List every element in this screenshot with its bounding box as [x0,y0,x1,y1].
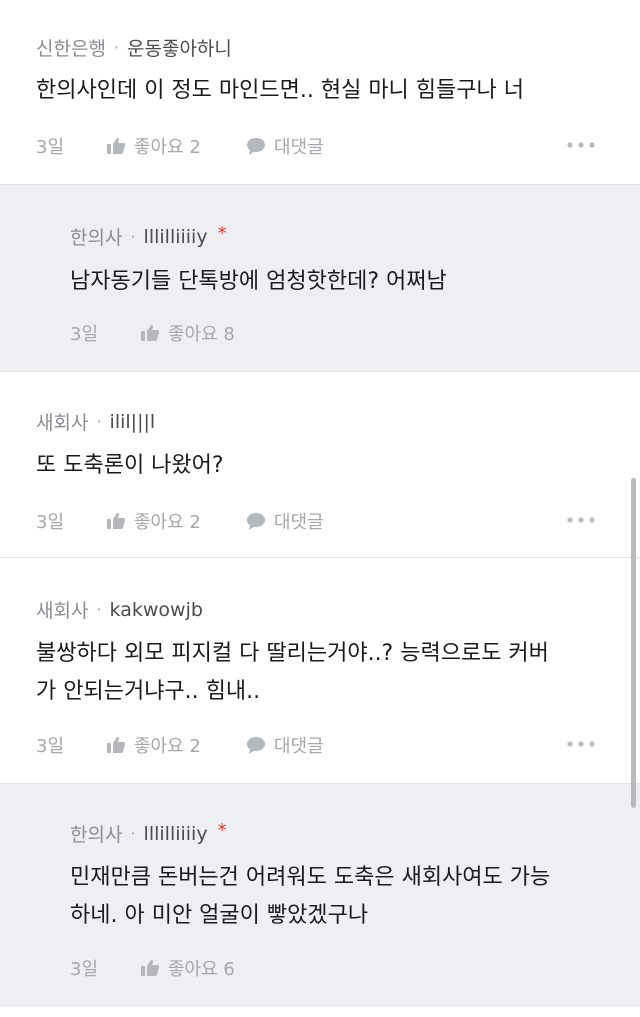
reply-button[interactable]: 대댓글 [246,133,324,159]
author-nickname[interactable]: kakwowjb [110,599,203,621]
like-count: 좋아요 2 [134,137,201,158]
comment-actions: 3일 좋아요 2 대댓글 [36,133,324,159]
comment: 새회사 · ilil|||l 또 도축론이 나왔어? 3일 좋아요 2 대댓글 [0,372,640,558]
thumbs-up-icon [107,512,126,529]
comment-time: 3일 [70,959,99,980]
author-star-badge: * [217,223,227,244]
comment-author[interactable]: 한의사 · lllilliiiiy * [70,820,227,847]
like-count: 좋아요 2 [134,736,201,757]
reply-comment: 한의사 · lllilliiiiy * 민재만큼 돈버는건 어려워도 도축은 새… [0,784,640,1006]
author-company: 새회사 [36,412,89,434]
like-count: 좋아요 2 [134,512,201,533]
speech-bubble-icon [247,737,265,754]
thumbs-up-icon [107,736,126,753]
reply-comment: 한의사 · lllilliiiiy * 남자동기들 단톡방에 엄청핫한데? 어쩌… [0,185,640,372]
more-dots-icon[interactable] [566,740,596,748]
author-nickname[interactable]: lllilliiiiy [144,226,208,248]
scrollbar[interactable] [631,478,636,808]
comment-time: 3일 [36,137,65,158]
thumbs-up-icon [107,137,126,154]
reply-button[interactable]: 대댓글 [246,508,324,534]
comment-time: 3일 [36,736,65,757]
author-nickname[interactable]: lllilliiiiy [144,823,208,845]
comment: 신한은행 · 운동좋아하니 한의사인데 이 정도 마인드면.. 현실 마니 힘들… [0,0,640,185]
comment-author[interactable]: 새회사 · ilil|||l [36,408,155,435]
like-count: 좋아요 6 [168,959,235,980]
comment-text: 불쌍하다 외모 피지컬 다 딸리는거야..? 능력으로도 커버 가 안되는거냐구… [36,635,549,711]
comment-text: 민재만큼 돈버는건 어려워도 도축은 새회사여도 가능 하네. 아 미안 얼굴이… [70,859,550,935]
reply-button[interactable]: 대댓글 [246,732,324,758]
comment-text-line: 가 안되는거냐구.. 힘내.. [36,679,261,704]
thumbs-up-icon [141,959,160,976]
separator-dot: · [130,824,136,843]
author-company: 한의사 [70,824,123,846]
comment-text-line: 불쌍하다 외모 피지컬 다 딸리는거야..? 능력으로도 커버 [36,641,549,666]
reply-label: 대댓글 [274,736,324,757]
author-nickname[interactable]: 운동좋아하니 [127,34,232,61]
comment-actions: 3일 좋아요 6 [70,955,280,981]
like-button[interactable]: 좋아요 2 [106,133,246,159]
comment-actions: 3일 좋아요 8 [70,320,280,346]
author-star-badge: * [217,820,227,841]
more-dots-icon[interactable] [566,141,596,149]
speech-bubble-icon [247,513,265,530]
more-dots-icon[interactable] [566,516,596,524]
author-nickname[interactable]: ilil|||l [110,411,156,433]
comment-text-line: 민재만큼 돈버는건 어려워도 도축은 새회사여도 가능 [70,865,551,890]
comment-text-line: 또 도축론이 나왔어? [36,453,224,478]
separator-dot: · [96,600,102,619]
thumbs-up-icon [141,324,160,341]
separator-dot: · [113,38,120,57]
comment-time: 3일 [70,324,99,345]
comment-author[interactable]: 신한은행 · 운동좋아하니 [36,34,232,61]
comment-author[interactable]: 새회사 · kakwowjb [36,596,203,623]
comment-text: 한의사인데 이 정도 마인드면.. 현실 마니 힘들구나 너 [36,72,524,110]
reply-label: 대댓글 [274,137,324,158]
comment-text: 또 도축론이 나왔어? [36,447,224,485]
separator-dot: · [130,227,136,246]
comment-text-line: 한의사인데 이 정도 마인드면.. 현실 마니 힘들구나 너 [36,78,524,103]
author-company: 신한은행 [36,38,106,60]
comment-actions: 3일 좋아요 2 대댓글 [36,508,324,534]
speech-bubble-icon [247,138,265,155]
comment-text-line: 남자동기들 단톡방에 엄청핫한데? 어쩌남 [70,269,447,294]
like-button[interactable]: 좋아요 2 [106,732,246,758]
comment-text-line: 하네. 아 미안 얼굴이 빻았겠구나 [70,903,369,928]
comment: 새회사 · kakwowjb 불쌍하다 외모 피지컬 다 딸리는거야..? 능력… [0,558,640,784]
like-button[interactable]: 좋아요 6 [140,955,280,981]
like-count: 좋아요 8 [168,324,235,345]
like-button[interactable]: 좋아요 8 [140,320,280,346]
separator-dot: · [96,412,102,431]
comment-actions: 3일 좋아요 2 대댓글 [36,732,324,758]
reply-label: 대댓글 [274,512,324,533]
comment-time: 3일 [36,512,65,533]
comment-text: 남자동기들 단톡방에 엄청핫한데? 어쩌남 [70,263,447,301]
like-button[interactable]: 좋아요 2 [106,508,246,534]
author-company: 새회사 [36,600,89,622]
comment-author[interactable]: 한의사 · lllilliiiiy * [70,223,227,250]
author-company: 한의사 [70,227,123,249]
